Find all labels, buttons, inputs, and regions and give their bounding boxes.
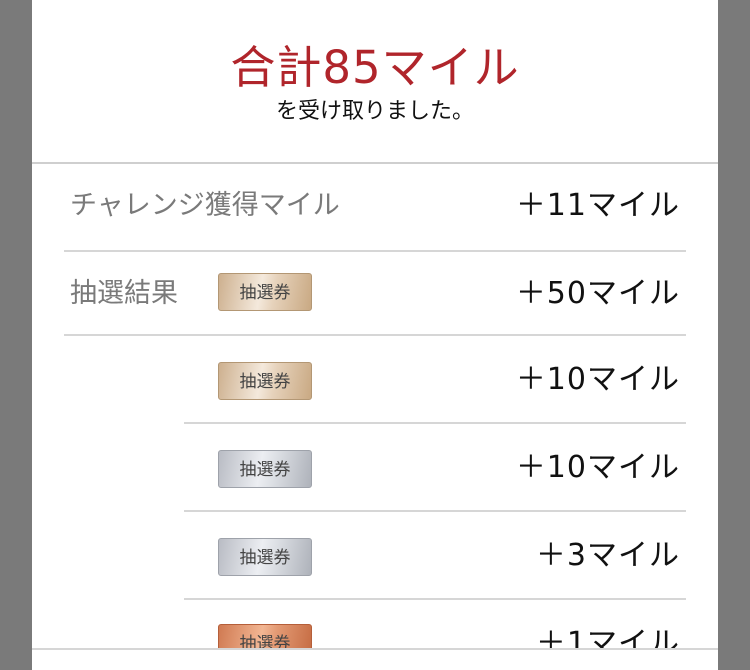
- lottery-result-row: 抽選結果 抽選券 ＋50マイル: [64, 252, 686, 336]
- row-divider: [184, 422, 686, 424]
- lottery-miles-value: ＋10マイル: [515, 362, 680, 397]
- dialog-footer: [32, 648, 718, 670]
- dialog-header: 合計85マイル を受け取りました。: [32, 0, 718, 164]
- lottery-ticket-silver: 抽選券: [218, 538, 312, 576]
- miles-result-dialog: 合計85マイル を受け取りました。 チャレンジ獲得マイル ＋11マイル 抽選結果…: [32, 0, 718, 670]
- lottery-miles-value: ＋3マイル: [535, 538, 680, 573]
- challenge-miles-row: チャレンジ獲得マイル ＋11マイル: [64, 164, 686, 248]
- total-miles-title: 合計85マイル: [230, 41, 520, 94]
- challenge-miles-label: チャレンジ獲得マイル: [70, 190, 340, 221]
- lottery-miles-value: ＋10マイル: [515, 450, 680, 485]
- row-divider: [184, 510, 686, 512]
- row-divider: [184, 598, 686, 600]
- row-divider: [64, 334, 686, 336]
- lottery-ticket-gold: 抽選券: [218, 273, 312, 311]
- lottery-ticket-silver: 抽選券: [218, 450, 312, 488]
- lottery-result-row: 抽選券 ＋10マイル: [64, 426, 686, 510]
- lottery-result-row: 抽選券 ＋10マイル: [64, 338, 686, 422]
- lottery-result-label: 抽選結果: [70, 278, 178, 309]
- total-miles-subtitle: を受け取りました。: [275, 99, 474, 124]
- lottery-result-row: 抽選券 ＋3マイル: [64, 514, 686, 598]
- challenge-miles-value: ＋11マイル: [515, 188, 680, 223]
- lottery-miles-value: ＋50マイル: [515, 276, 680, 311]
- lottery-ticket-gold: 抽選券: [218, 362, 312, 400]
